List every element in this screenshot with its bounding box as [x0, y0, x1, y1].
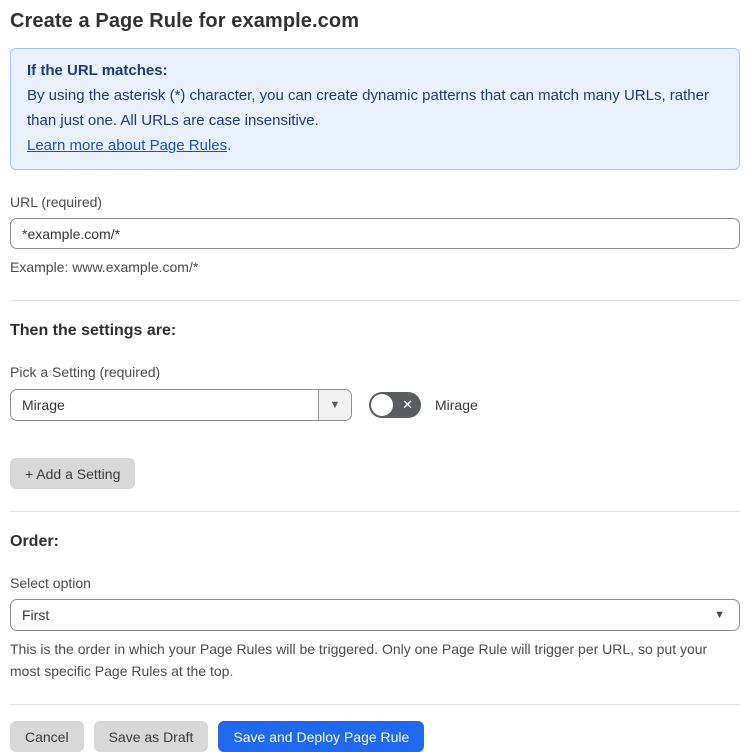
footer-actions: Cancel Save as Draft Save and Deploy Pag… [10, 721, 740, 752]
setting-select-value: Mirage [22, 397, 65, 413]
x-icon: ✕ [402, 397, 413, 412]
page-title: Create a Page Rule for example.com [10, 10, 360, 32]
setting-select[interactable]: Mirage ▼ [10, 389, 352, 421]
pick-setting-label: Pick a Setting (required) [10, 364, 161, 380]
divider-footer [10, 704, 740, 705]
order-select-value: First [22, 607, 50, 623]
link-suffix-period: . [227, 137, 232, 154]
divider-settings [10, 300, 740, 301]
url-example-helper: Example: www.example.com/* [10, 259, 199, 275]
toggle-knob [371, 394, 393, 416]
divider-order [10, 511, 740, 512]
settings-heading: Then the settings are: [10, 322, 177, 339]
url-input[interactable] [10, 218, 740, 249]
mirage-toggle[interactable]: ✕ [369, 392, 421, 418]
setting-row: Mirage ▼ ✕ Mirage [10, 389, 740, 421]
cancel-button[interactable]: Cancel [10, 721, 84, 752]
toggle-label: Mirage [435, 397, 478, 413]
save-draft-button[interactable]: Save as Draft [93, 721, 209, 752]
chevron-down-icon[interactable]: ▼ [318, 390, 351, 420]
info-box-heading: If the URL matches: [27, 62, 168, 79]
page-rule-form: Create a Page Rule for example.com If th… [10, 10, 740, 752]
info-box-body: By using the asterisk (*) character, you… [27, 87, 709, 129]
chevron-down-icon: ▼ [714, 609, 725, 621]
save-deploy-button[interactable]: Save and Deploy Page Rule [218, 721, 425, 752]
url-match-info-box: If the URL matches: By using the asteris… [10, 48, 740, 170]
add-setting-button[interactable]: + Add a Setting [10, 458, 136, 489]
select-option-label: Select option [10, 575, 91, 591]
url-label: URL (required) [10, 194, 103, 210]
info-box-link-line: Learn more about Page Rules. [27, 133, 723, 158]
order-heading: Order: [10, 533, 59, 550]
learn-more-link[interactable]: Learn more about Page Rules [27, 137, 227, 154]
order-select[interactable]: First ▼ [10, 599, 740, 631]
order-helper: This is the order in which your Page Rul… [10, 641, 708, 679]
